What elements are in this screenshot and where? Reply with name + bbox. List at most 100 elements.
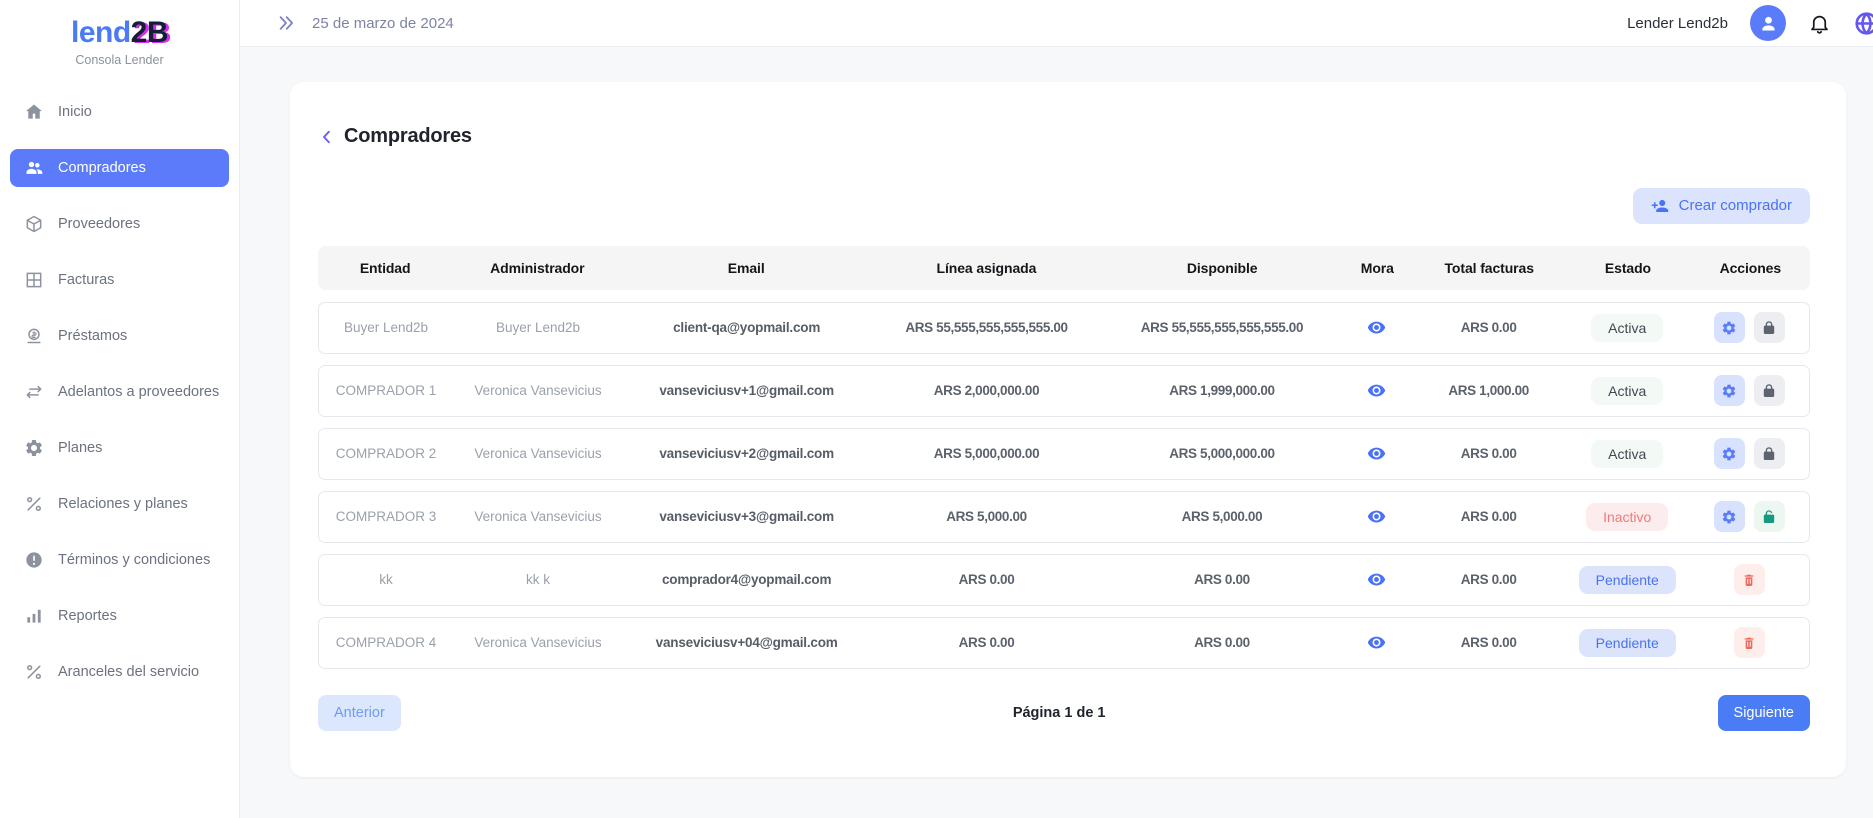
mora-view-button[interactable] (1367, 318, 1386, 337)
sidebar-collapse-button[interactable] (276, 13, 296, 33)
row-actions (1693, 438, 1806, 469)
mora-view-button[interactable] (1367, 633, 1386, 652)
table-row: COMPRADOR 3Veronica Vanseviciusvansevici… (318, 491, 1810, 543)
sidebar-item-aranceles[interactable]: Aranceles del servicio (10, 653, 229, 691)
brand-logo: lend2B Consola Lender (0, 16, 239, 67)
settings-button[interactable] (1714, 312, 1745, 343)
home-icon (24, 102, 44, 122)
topbar-left: 25 de marzo de 2024 (276, 13, 454, 33)
cell-disponible: ARS 5,000.00 (1103, 509, 1341, 524)
eye-icon (1367, 381, 1386, 400)
table-row: COMPRADOR 4Veronica Vanseviciusvansevici… (318, 617, 1810, 669)
globe-icon (1853, 10, 1873, 37)
cell-total-facturas: ARS 0.00 (1413, 635, 1565, 650)
eye-icon (1367, 570, 1386, 589)
notifications-button[interactable] (1808, 12, 1831, 35)
mora-view-button[interactable] (1367, 444, 1386, 463)
next-page-button[interactable]: Siguiente (1718, 695, 1810, 731)
table-row: COMPRADOR 2Veronica Vanseviciusvansevici… (318, 428, 1810, 480)
create-comprador-button[interactable]: Crear comprador (1633, 188, 1810, 224)
cell-acciones (1690, 564, 1809, 595)
cell-estado: Activa (1565, 314, 1690, 342)
mora-view-button[interactable] (1367, 381, 1386, 400)
cell-administrador: kk k (453, 572, 623, 587)
gear-icon (24, 438, 44, 458)
cell-total-facturas: ARS 0.00 (1413, 320, 1565, 335)
cell-email: vanseviciusv+3@gmail.com (623, 509, 870, 524)
lock-button[interactable] (1754, 375, 1785, 406)
title-row: Compradores (318, 112, 1810, 162)
trash-icon (1741, 635, 1757, 651)
sidebar-item-facturas[interactable]: Facturas (10, 261, 229, 299)
settings-button[interactable] (1714, 375, 1745, 406)
lock-button[interactable] (1754, 438, 1785, 469)
cell-email: vanseviciusv+04@gmail.com (623, 635, 870, 650)
cell-acciones (1690, 312, 1809, 343)
language-button[interactable] (1853, 10, 1873, 37)
cell-acciones (1690, 627, 1809, 658)
cell-email: client-qa@yopmail.com (623, 320, 870, 335)
mora-view-button[interactable] (1367, 570, 1386, 589)
current-date: 25 de marzo de 2024 (312, 15, 454, 32)
delete-button[interactable] (1734, 627, 1765, 658)
cell-estado: Activa (1565, 377, 1690, 405)
sidebar-item-planes[interactable]: Planes (10, 429, 229, 467)
logo-part-lend: lend (71, 16, 131, 49)
unlock-button[interactable] (1754, 501, 1785, 532)
settings-button[interactable] (1714, 501, 1745, 532)
sidebar-item-prestamos[interactable]: Préstamos (10, 317, 229, 355)
cell-total-facturas: ARS 1,000.00 (1413, 383, 1565, 398)
cell-linea-asignada: ARS 55,555,555,555,555.00 (870, 320, 1102, 335)
user-plus-icon (1651, 197, 1669, 215)
table-row: COMPRADOR 1Veronica Vanseviciusvansevici… (318, 365, 1810, 417)
console-subtitle: Consola Lender (0, 53, 239, 67)
status-badge: Pendiente (1579, 566, 1676, 594)
sidebar-item-label: Planes (58, 440, 102, 456)
sidebar-item-label: Términos y condiciones (58, 552, 210, 568)
lock-icon (1761, 320, 1777, 336)
sidebar-item-inicio[interactable]: Inicio (10, 93, 229, 131)
cell-email: comprador4@yopmail.com (623, 572, 870, 587)
page-title: Compradores (344, 125, 472, 148)
column-header-email: Email (622, 260, 870, 276)
user-avatar-button[interactable] (1750, 5, 1786, 41)
cell-mora (1341, 570, 1413, 589)
cell-entidad: kk (319, 572, 453, 587)
cell-disponible: ARS 0.00 (1103, 572, 1341, 587)
eye-icon (1367, 507, 1386, 526)
gear-icon (1721, 509, 1737, 525)
box-icon (24, 214, 44, 234)
cell-estado: Activa (1565, 440, 1690, 468)
gear-icon (1721, 320, 1737, 336)
delete-button[interactable] (1734, 564, 1765, 595)
status-badge: Inactivo (1586, 503, 1668, 531)
sidebar-item-reportes[interactable]: Reportes (10, 597, 229, 635)
status-badge: Activa (1591, 314, 1663, 342)
table-row: Buyer Lend2bBuyer Lend2bclient-qa@yopmai… (318, 302, 1810, 354)
sidebar-item-proveedores[interactable]: Proveedores (10, 205, 229, 243)
sidebar-item-relaciones[interactable]: Relaciones y planes (10, 485, 229, 523)
table-body: Buyer Lend2bBuyer Lend2bclient-qa@yopmai… (318, 302, 1810, 669)
sidebar-item-label: Facturas (58, 272, 114, 288)
cell-total-facturas: ARS 0.00 (1413, 446, 1565, 461)
sidebar-item-terminos[interactable]: Términos y condiciones (10, 541, 229, 579)
mora-view-button[interactable] (1367, 507, 1386, 526)
cell-linea-asignada: ARS 5,000.00 (870, 509, 1102, 524)
sidebar-nav: Inicio Compradores Proveedores Facturas Prés… (0, 93, 239, 691)
sidebar-item-compradores[interactable]: Compradores (10, 149, 229, 187)
cell-linea-asignada: ARS 0.00 (870, 572, 1102, 587)
row-actions (1693, 564, 1806, 595)
cell-mora (1341, 381, 1413, 400)
previous-page-button[interactable]: Anterior (318, 695, 401, 731)
user-icon (1758, 13, 1779, 34)
sidebar-item-adelantos[interactable]: Adelantos a proveedores (10, 373, 229, 411)
back-button[interactable] (318, 128, 336, 146)
cell-entidad: Buyer Lend2b (319, 320, 453, 335)
column-header-total-facturas: Total facturas (1413, 260, 1565, 276)
gear-icon (1721, 446, 1737, 462)
chevron-left-icon (318, 128, 336, 146)
settings-button[interactable] (1714, 438, 1745, 469)
column-header-estado: Estado (1565, 260, 1690, 276)
lock-button[interactable] (1754, 312, 1785, 343)
row-actions (1693, 312, 1806, 343)
